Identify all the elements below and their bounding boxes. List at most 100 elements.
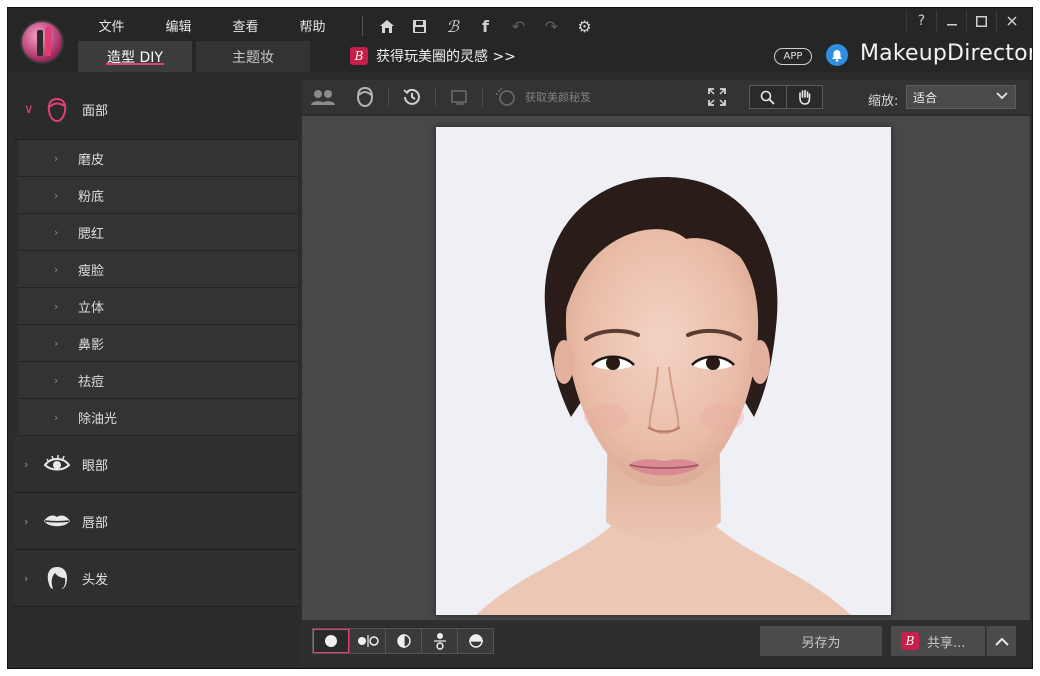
menu-edit[interactable]: 编辑	[145, 16, 212, 35]
share-label: 共享...	[927, 635, 966, 651]
menu-help[interactable]: 帮助	[279, 16, 346, 35]
settings-gear-icon[interactable]: ⚙	[568, 15, 601, 37]
share-button[interactable]: B 共享...	[891, 626, 985, 656]
quick-toolbar: ℬ f ↶ ↷ ⚙	[370, 15, 601, 37]
chevron-right-icon: ›	[24, 571, 29, 585]
minimize-icon[interactable]	[936, 10, 966, 32]
category-face[interactable]: ∨ 面部	[14, 80, 298, 140]
undo-icon[interactable]: ↶	[502, 15, 535, 37]
sidebar-item-label: 磨皮	[78, 152, 105, 168]
title-divider	[362, 16, 363, 36]
category-eyes[interactable]: › 眼部	[14, 436, 298, 493]
tab-theme-makeup[interactable]: 主题妆	[196, 41, 310, 72]
close-icon[interactable]	[996, 10, 1026, 32]
sidebar-item-label: 粉底	[78, 189, 105, 205]
chevron-right-icon: ›	[54, 225, 59, 239]
sidebar-item-label: 鼻影	[78, 337, 105, 353]
chevron-right-icon: ›	[54, 299, 59, 313]
chevron-right-icon: ›	[54, 373, 59, 387]
bottom-bar: 另存为 B 共享...	[302, 620, 1030, 666]
sidebar-item-nose-shadow[interactable]: › 鼻影	[18, 325, 298, 362]
maximize-icon[interactable]	[966, 10, 996, 32]
pan-hand-icon[interactable]	[785, 86, 823, 108]
title-bar: 文件 编辑 查看 帮助 ℬ f ↶ ↷ ⚙ ? 造型 DIY 主题妆 B 获得玩…	[8, 8, 1033, 72]
canvas-toolbar: 获取美颜秘笈 缩放: 适合	[302, 80, 1030, 114]
notification-bell-icon[interactable]	[826, 44, 848, 66]
toolbar-divider	[388, 87, 389, 107]
menu-view[interactable]: 查看	[212, 16, 279, 35]
sidebar-item-label: 腮红	[78, 226, 105, 242]
category-lips[interactable]: › 唇部	[14, 493, 298, 550]
menu-file[interactable]: 文件	[78, 16, 145, 35]
chevron-right-icon: ›	[54, 336, 59, 350]
beautycircle-icon[interactable]: ℬ	[436, 15, 469, 37]
sidebar-item-foundation[interactable]: › 粉底	[18, 177, 298, 214]
category-label: 眼部	[82, 458, 109, 474]
category-label: 面部	[82, 104, 109, 119]
history-icon[interactable]	[391, 83, 433, 111]
sidebar-item-label: 瘦脸	[78, 263, 105, 279]
crop-icon[interactable]	[438, 83, 480, 111]
app-window: 文件 编辑 查看 帮助 ℬ f ↶ ↷ ⚙ ? 造型 DIY 主题妆 B 获得玩…	[7, 7, 1033, 669]
tab-style-diy[interactable]: 造型 DIY	[78, 41, 192, 72]
portrait-photo[interactable]	[436, 127, 891, 615]
promo-link[interactable]: B 获得玩美圈的灵感 >>	[350, 46, 516, 66]
promo-text: 获得玩美圈的灵感 >>	[376, 49, 516, 65]
view-single-icon[interactable]	[313, 629, 349, 653]
beautycircle-badge-icon: B	[350, 47, 368, 65]
window-controls: ?	[906, 10, 1026, 32]
sidebar-item-smoothing[interactable]: › 磨皮	[18, 140, 298, 177]
sidebar-item-blush[interactable]: › 腮红	[18, 214, 298, 251]
face-icon	[42, 95, 72, 125]
zoom-label: 缩放:	[868, 94, 899, 109]
lips-icon	[42, 506, 72, 536]
app-button[interactable]: APP	[774, 48, 812, 65]
face-detect-icon[interactable]	[344, 83, 386, 111]
chevron-down-icon	[996, 89, 1008, 104]
chevron-right-icon: ›	[54, 410, 59, 424]
chevron-up-icon[interactable]	[986, 626, 1016, 656]
sidebar-item-acne[interactable]: › 祛痘	[18, 362, 298, 399]
sidebar-item-label: 除油光	[78, 411, 118, 427]
view-split-horizontal-icon[interactable]	[457, 629, 493, 653]
chevron-right-icon: ›	[54, 151, 59, 165]
chevron-right-icon: ›	[24, 514, 29, 528]
fit-screen-icon[interactable]	[708, 88, 726, 110]
photo-canvas[interactable]	[302, 116, 1030, 620]
app-logo	[20, 20, 64, 64]
save-icon[interactable]	[403, 15, 436, 37]
sidebar-item-label: 祛痘	[78, 374, 105, 390]
beauty-tips-icon[interactable]	[485, 83, 527, 111]
zoom-magnifier-icon[interactable]	[750, 86, 786, 108]
feature-sidebar: ∨ 面部 › 磨皮 › 粉底 › 腮红 › 瘦脸 › 立体 › 鼻影 › 祛痘 › 除油光 › …	[14, 80, 298, 668]
chevron-down-icon: ∨	[24, 102, 34, 117]
chevron-right-icon: ›	[54, 188, 59, 202]
sidebar-item-face-slim[interactable]: › 瘦脸	[18, 251, 298, 288]
compare-faces-icon[interactable]	[302, 83, 344, 111]
view-side-by-side-icon[interactable]	[349, 629, 385, 653]
zoom-value: 适合	[913, 90, 938, 105]
category-label: 唇部	[82, 515, 109, 531]
category-hair[interactable]: › 头发	[14, 550, 298, 607]
sidebar-item-label: 立体	[78, 300, 105, 316]
zoom-dropdown[interactable]: 适合	[906, 85, 1016, 109]
toolbar-divider	[482, 87, 483, 107]
sidebar-item-shine-removal[interactable]: › 除油光	[18, 399, 298, 436]
mode-tabs: 造型 DIY 主题妆	[78, 41, 314, 72]
eye-icon	[42, 449, 72, 479]
menu-bar: 文件 编辑 查看 帮助	[78, 14, 346, 36]
view-tool-group	[749, 85, 823, 109]
sidebar-item-contour[interactable]: › 立体	[18, 288, 298, 325]
view-top-bottom-icon[interactable]	[421, 629, 457, 653]
redo-icon[interactable]: ↷	[535, 15, 568, 37]
beautycircle-badge-icon: B	[901, 632, 919, 650]
save-as-button[interactable]: 另存为	[760, 626, 882, 656]
chevron-right-icon: ›	[54, 262, 59, 276]
view-split-vertical-icon[interactable]	[385, 629, 421, 653]
home-icon[interactable]	[370, 15, 403, 37]
facebook-icon[interactable]: f	[469, 15, 502, 37]
brand-name: MakeupDirector	[860, 41, 1033, 66]
beauty-tips-label[interactable]: 获取美颜秘笈	[525, 89, 591, 105]
view-mode-group	[312, 628, 494, 654]
help-button[interactable]: ?	[906, 10, 936, 32]
